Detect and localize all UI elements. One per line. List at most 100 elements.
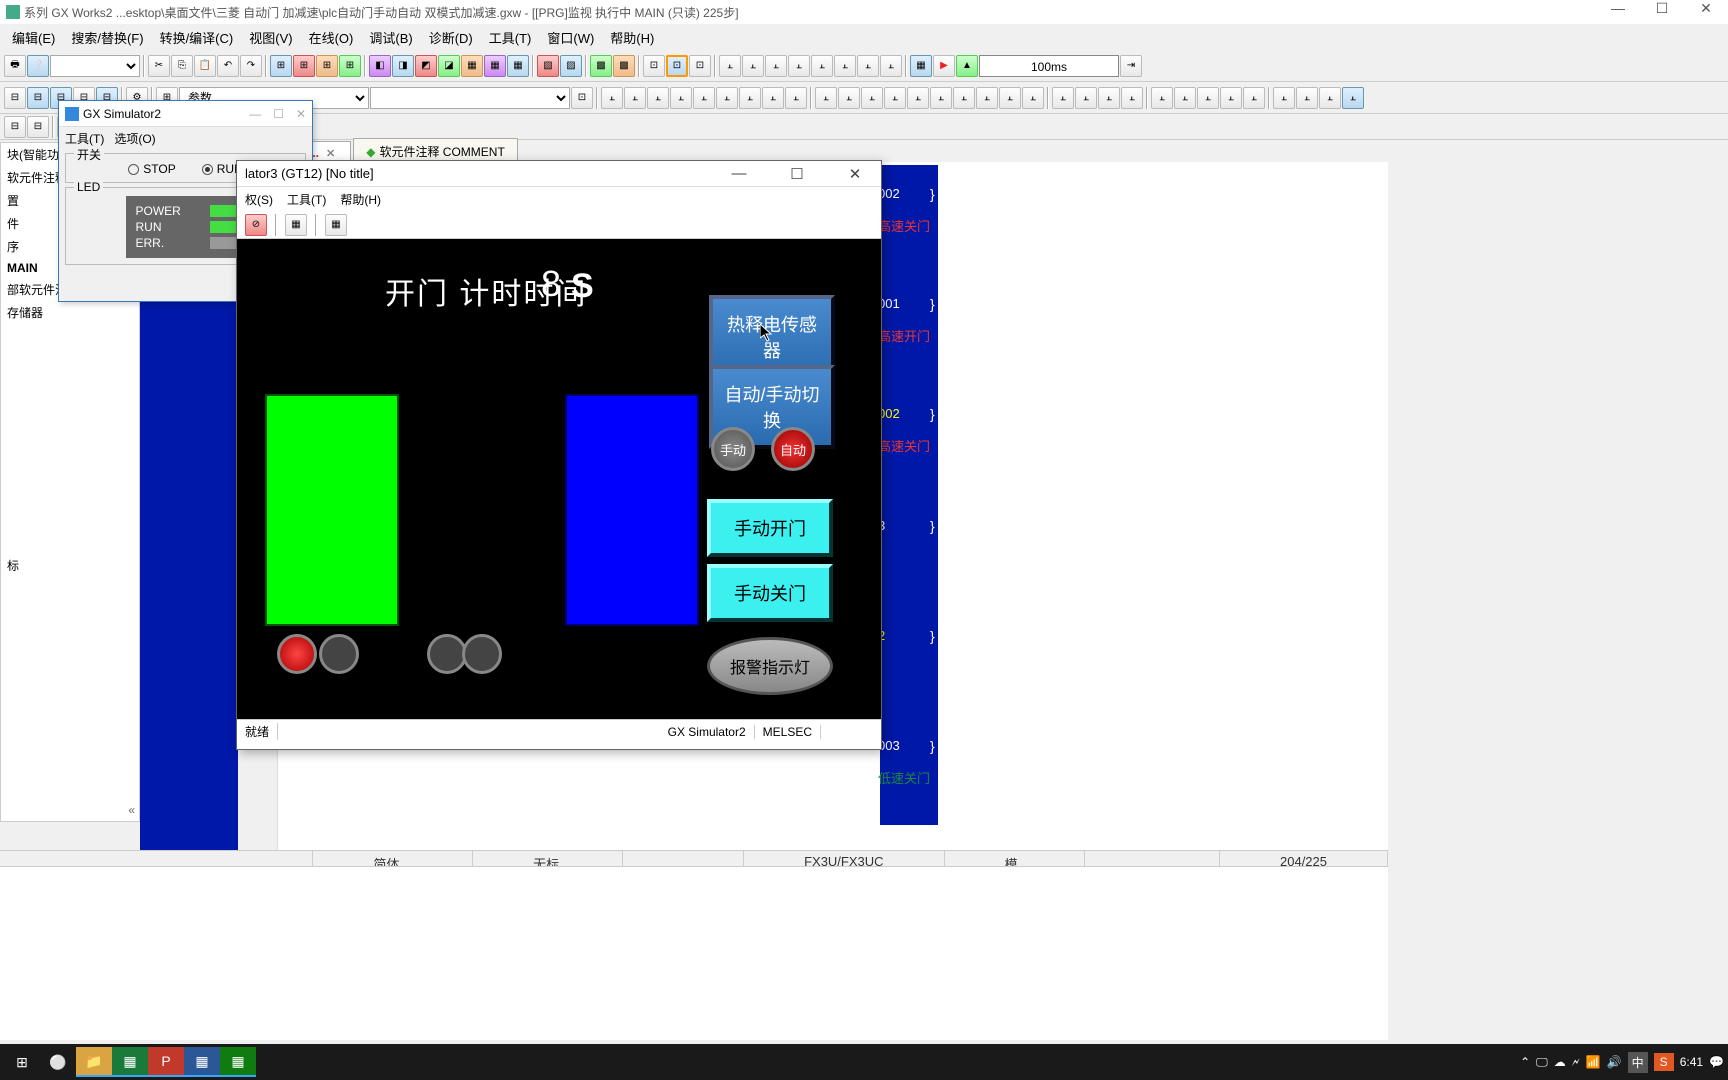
tb2-af13[interactable]: ⫠ — [999, 87, 1021, 109]
gt-close[interactable]: ✕ — [837, 165, 873, 183]
tb-btn-h[interactable]: ◪ — [438, 55, 460, 77]
tray-clock[interactable]: 6:41 — [1680, 1055, 1703, 1069]
sim2-maximize[interactable]: ☐ — [273, 107, 284, 121]
menu-debug[interactable]: 调试(B) — [361, 26, 420, 49]
tb2-ef4[interactable]: ⫠ — [1342, 87, 1364, 109]
paste-icon[interactable]: 📋 — [194, 55, 216, 77]
tb-btn-f[interactable]: ◨ — [392, 55, 414, 77]
tb2-sf10[interactable]: ⫠ — [716, 87, 738, 109]
tb2-af7[interactable]: ⫠ — [861, 87, 883, 109]
sim2-title-bar[interactable]: GX Simulator2 — ☐ ✕ — [59, 101, 312, 127]
tb-btn-q[interactable]: ⊡ — [689, 55, 711, 77]
menu-convert[interactable]: 转换/编译(C) — [152, 26, 242, 49]
tb2-ef3[interactable]: ⫠ — [1319, 87, 1341, 109]
tb2-sf8[interactable]: ⫠ — [670, 87, 692, 109]
sim2-radio-stop[interactable]: STOP — [128, 162, 175, 176]
tab-close-icon[interactable]: ✕ — [323, 147, 338, 160]
tb2-af10[interactable]: ⫠ — [930, 87, 952, 109]
play-icon[interactable]: ▶ — [933, 55, 955, 77]
gt-tb-b[interactable]: ▦ — [285, 214, 307, 236]
tb-f11[interactable]: ⫠ — [857, 55, 879, 77]
hmi-alarm-button[interactable]: 报警指示灯 — [707, 637, 833, 695]
tb-btn-active[interactable]: ⊡ — [666, 55, 688, 77]
tb3-a[interactable]: ⊟ — [4, 116, 26, 138]
tb2-cf1[interactable]: ⫠ — [1052, 87, 1074, 109]
tb-f6[interactable]: ⫠ — [742, 55, 764, 77]
tb-to-end[interactable]: ⇥ — [1120, 55, 1142, 77]
tray-volume-icon[interactable]: 🔊 — [1607, 1055, 1622, 1069]
tb2-sf11[interactable]: ⫠ — [739, 87, 761, 109]
undo-icon[interactable]: ↶ — [217, 55, 239, 77]
tb3-b[interactable]: ⊟ — [27, 116, 49, 138]
gt-menu-help[interactable]: 帮助(H) — [340, 191, 381, 208]
tb-f7[interactable]: ⫠ — [765, 55, 787, 77]
tb-btn-e[interactable]: ◧ — [369, 55, 391, 77]
close-button[interactable]: ✕ — [1684, 0, 1728, 24]
tb-btn-j[interactable]: ▦ — [484, 55, 506, 77]
tb-f12[interactable]: ⫠ — [880, 55, 902, 77]
tb2-b[interactable]: ⊟ — [27, 87, 49, 109]
tb2-af8[interactable]: ⫠ — [884, 87, 906, 109]
stop-icon[interactable]: ▲ — [956, 55, 978, 77]
tb2-h[interactable]: ⊡ — [571, 87, 593, 109]
menu-tools[interactable]: 工具(T) — [481, 26, 540, 49]
taskbar-search[interactable]: ⚪ — [40, 1047, 76, 1077]
menu-window[interactable]: 窗口(W) — [539, 26, 602, 49]
redo-icon[interactable]: ↷ — [240, 55, 262, 77]
tb2-ef2[interactable]: ⫠ — [1296, 87, 1318, 109]
tb2-sf6[interactable]: ⫠ — [624, 87, 646, 109]
minimize-button[interactable]: — — [1596, 0, 1640, 24]
sim2-menu-tools[interactable]: 工具(T) — [65, 130, 104, 147]
tree-collapse-icon[interactable]: « — [128, 803, 135, 817]
tb-btn-l[interactable]: ▧ — [537, 55, 559, 77]
menu-view[interactable]: 视图(V) — [241, 26, 300, 49]
sim2-menu-options[interactable]: 选项(O) — [114, 130, 155, 147]
tray-chevron-icon[interactable]: ⌃ — [1520, 1055, 1530, 1069]
tb2-af6[interactable]: ⫠ — [838, 87, 860, 109]
tb-f9[interactable]: ⫠ — [811, 55, 833, 77]
tb2-af12[interactable]: ⫠ — [976, 87, 998, 109]
combo-2[interactable] — [370, 87, 570, 109]
tb-btn-p[interactable]: ⊡ — [643, 55, 665, 77]
tb2-a[interactable]: ⊟ — [4, 87, 26, 109]
menu-diag[interactable]: 诊断(D) — [421, 26, 481, 49]
tb-btn-i[interactable]: ▦ — [461, 55, 483, 77]
tray-wifi-icon[interactable]: 📶 — [1586, 1055, 1601, 1069]
cut-icon[interactable]: ✂ — [148, 55, 170, 77]
menu-help[interactable]: 帮助(H) — [602, 26, 662, 49]
tray-ime[interactable]: 中 — [1628, 1052, 1648, 1073]
taskbar-start[interactable]: ⊞ — [4, 1047, 40, 1077]
taskbar-app1[interactable]: ▦ — [112, 1047, 148, 1077]
tb-btn-b[interactable]: ⊞ — [293, 55, 315, 77]
tray-icon-2[interactable]: ☁ — [1554, 1055, 1566, 1069]
hmi-close-button[interactable]: 手动关门 — [707, 564, 833, 622]
gt-title-bar[interactable]: lator3 (GT12) [No title] — ☐ ✕ — [237, 161, 881, 187]
tray-s[interactable]: S — [1654, 1053, 1674, 1071]
tray-notif-icon[interactable]: 💬 — [1709, 1055, 1724, 1069]
tb2-df1[interactable]: ⫠ — [1151, 87, 1173, 109]
menu-online[interactable]: 在线(O) — [301, 26, 362, 49]
gt-tb-c[interactable]: ▦ — [325, 214, 347, 236]
tb2-af14[interactable]: ⫠ — [1022, 87, 1044, 109]
tb2-af11[interactable]: ⫠ — [953, 87, 975, 109]
tb2-cf4[interactable]: ⫠ — [1121, 87, 1143, 109]
tb2-df4[interactable]: ⫠ — [1220, 87, 1242, 109]
gt-tb-a[interactable]: ⊘ — [245, 214, 267, 236]
tb2-df2[interactable]: ⫠ — [1174, 87, 1196, 109]
tb2-af9[interactable]: ⫠ — [907, 87, 929, 109]
tb2-sf5[interactable]: ⫠ — [601, 87, 623, 109]
tb2-ef1[interactable]: ⫠ — [1273, 87, 1295, 109]
tb-f10[interactable]: ⫠ — [834, 55, 856, 77]
menu-edit[interactable]: 编辑(E) — [4, 26, 63, 49]
help-icon[interactable]: ❔ — [27, 55, 49, 77]
tree-item[interactable]: 标 — [1, 554, 139, 577]
tb-btn-d[interactable]: ⊞ — [339, 55, 361, 77]
print-icon[interactable]: 🖶 — [4, 55, 26, 77]
tb-btn-c[interactable]: ⊞ — [316, 55, 338, 77]
gt-menu-proj[interactable]: 权(S) — [245, 191, 273, 208]
tb-btn-g[interactable]: ◩ — [415, 55, 437, 77]
copy-icon[interactable]: ⎘ — [171, 55, 193, 77]
tb2-df3[interactable]: ⫠ — [1197, 87, 1219, 109]
tree-item[interactable]: 存储器 — [1, 301, 139, 324]
taskbar-app2[interactable]: ▦ — [184, 1047, 220, 1077]
